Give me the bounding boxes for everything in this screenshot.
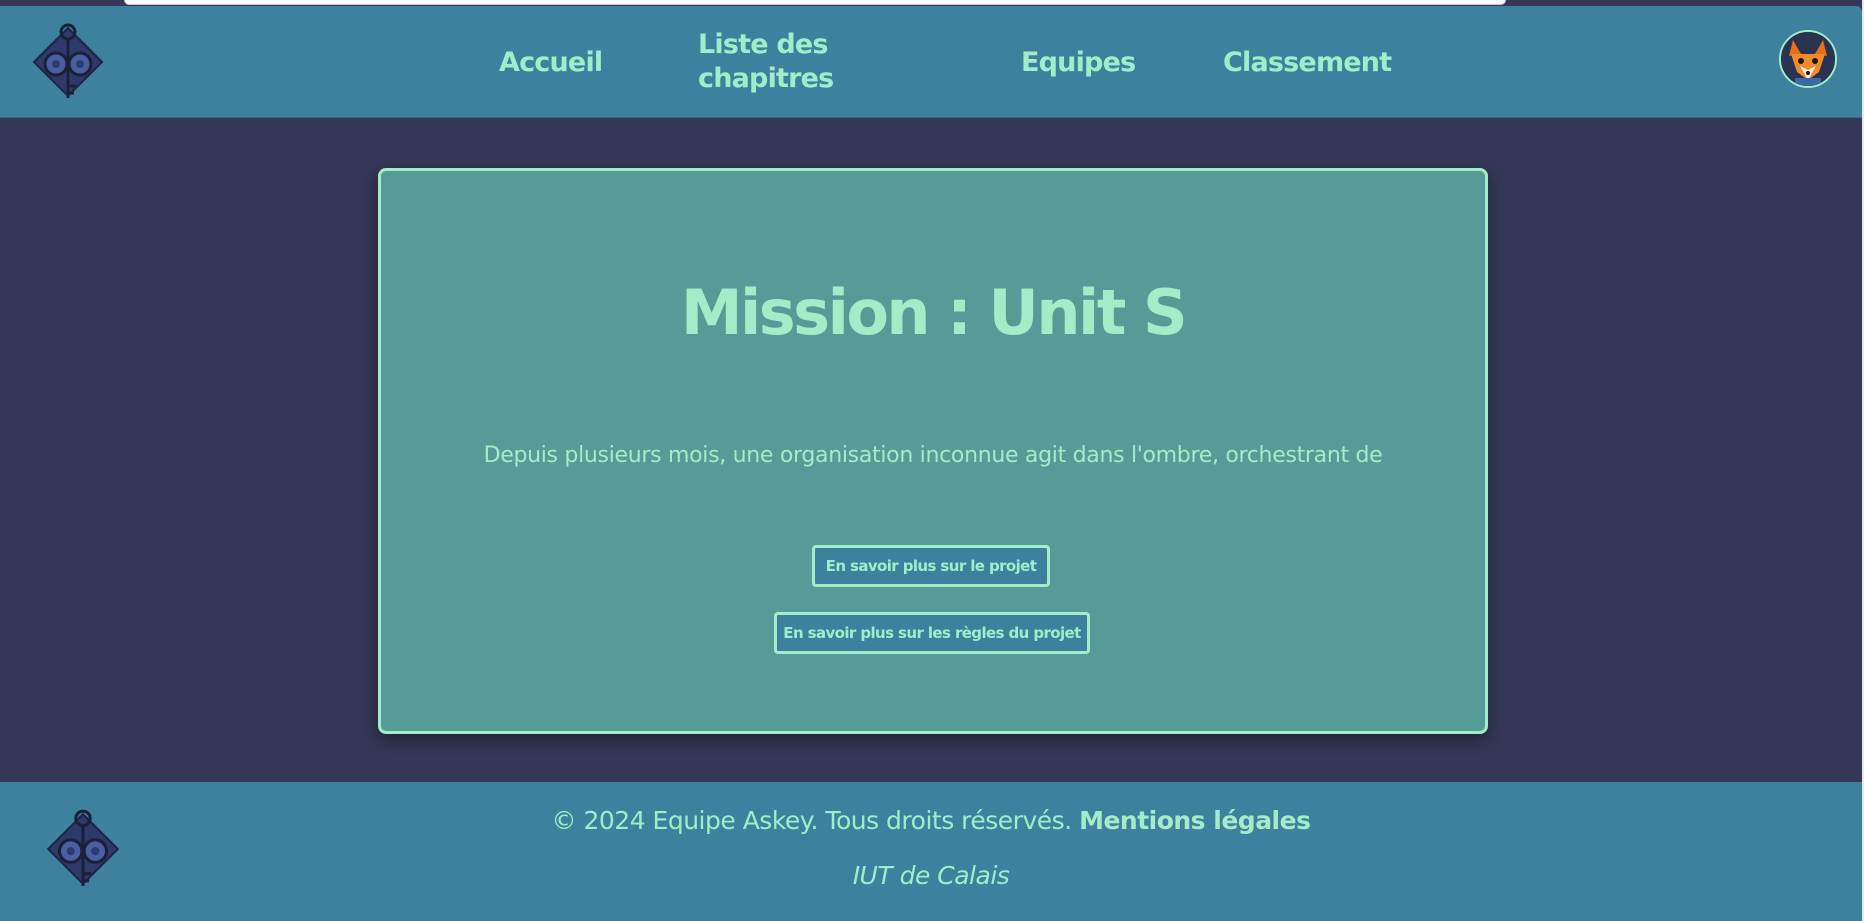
mission-card: Mission : Unit S Depuis plusieurs mois, …: [378, 168, 1488, 734]
browser-address-bar-edge: [124, 0, 1506, 5]
project-rules-button[interactable]: En savoir plus sur les règles du projet: [774, 612, 1090, 654]
nav-equipes[interactable]: Equipes: [1021, 46, 1136, 80]
nav-accueil[interactable]: Accueil: [499, 46, 603, 80]
fox-avatar-icon: [1781, 32, 1835, 86]
nav-liste-des-chapitres[interactable]: Liste des chapitres: [698, 28, 838, 96]
footer-copyright: © 2024 Equipe Askey. Tous droits réservé…: [0, 806, 1862, 835]
nav-classement[interactable]: Classement: [1223, 46, 1392, 80]
user-avatar[interactable]: [1779, 30, 1837, 88]
mentions-legales-link[interactable]: Mentions légales: [1079, 806, 1311, 835]
site-header: Accueil Liste des chapitres Equipes Clas…: [0, 6, 1862, 118]
about-project-button[interactable]: En savoir plus sur le projet: [812, 545, 1050, 587]
copyright-text: © 2024 Equipe Askey. Tous droits réservé…: [551, 806, 1073, 835]
site-footer: © 2024 Equipe Askey. Tous droits réservé…: [0, 782, 1862, 921]
mission-title: Mission : Unit S: [680, 276, 1188, 349]
browser-viewport: Accueil Liste des chapitres Equipes Clas…: [0, 0, 1864, 921]
mission-description: Depuis plusieurs mois, une organisation …: [483, 443, 1383, 468]
footer-school: IUT de Calais: [852, 861, 1010, 890]
key-and-gears-logo[interactable]: [26, 18, 110, 102]
